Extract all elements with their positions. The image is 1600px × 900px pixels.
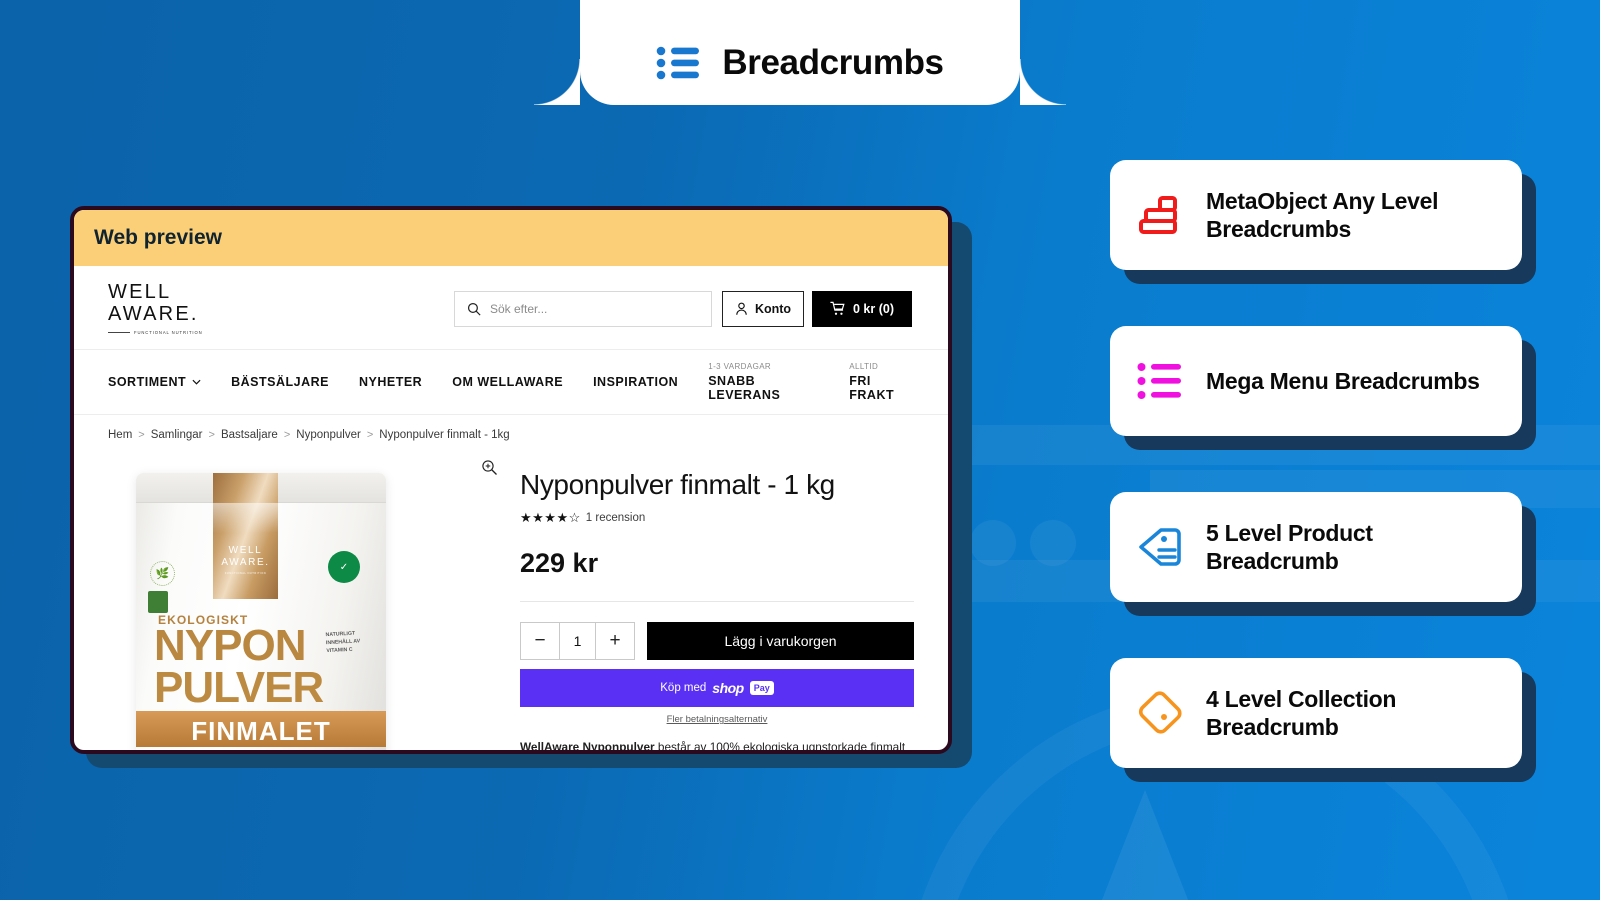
user-icon bbox=[736, 302, 747, 315]
chevron-down-icon bbox=[192, 379, 201, 385]
shop-pay-badge: Pay bbox=[749, 681, 774, 696]
promo-main-label: FRI FRAKT bbox=[849, 374, 895, 403]
page-header-tab: Breadcrumbs bbox=[534, 0, 1066, 105]
blocks-icon bbox=[1139, 196, 1177, 234]
preview-header: Web preview bbox=[74, 210, 948, 266]
quantity-increase-button[interactable]: + bbox=[596, 623, 634, 660]
divider bbox=[520, 601, 914, 603]
breadcrumb-item-current: Nyponpulver finmalt - 1kg bbox=[379, 429, 510, 442]
promo-delivery: 1-3 VARDAGAR SNABB LEVERANS bbox=[708, 362, 807, 402]
promo-sub-label: ALLTID bbox=[849, 362, 879, 372]
page-title: Breadcrumbs bbox=[722, 43, 944, 82]
leaf-badge-icon: 🌿 bbox=[150, 561, 175, 587]
search-icon bbox=[467, 302, 481, 316]
feature-card-label: 5 Level Product Breadcrumb bbox=[1206, 519, 1373, 574]
bag-brand-logo: WELL AWARE. FUNCTIONAL NUTRITION bbox=[213, 545, 278, 575]
cart-label: 0 kr (0) bbox=[853, 301, 894, 316]
cart-button[interactable]: 0 kr (0) bbox=[812, 290, 912, 327]
logo-line-1: WELL bbox=[108, 281, 172, 303]
account-button[interactable]: Konto bbox=[722, 290, 804, 327]
account-label: Konto bbox=[754, 301, 792, 316]
nav-item-om-wellaware[interactable]: OM WELLAWARE bbox=[452, 375, 563, 389]
quantity-value[interactable]: 1 bbox=[560, 633, 595, 649]
bag-brand-line-2: AWARE. bbox=[221, 556, 270, 568]
tag-lines-icon bbox=[1139, 528, 1181, 566]
bag-fine-print: INGREDIENSER NYPONSKAL EKOLOGISKT ODLAT bbox=[324, 753, 374, 754]
product-section: WELL AWARE. FUNCTIONAL NUTRITION 🌿 ✓ EKO… bbox=[74, 451, 948, 754]
product-description: WellAware Nyponpulver består av 100% eko… bbox=[520, 739, 914, 754]
feature-card-mega-menu[interactable]: Mega Menu Breadcrumbs bbox=[1110, 326, 1536, 450]
product-rating[interactable]: ★★★★☆ 1 recension bbox=[520, 510, 914, 526]
logo-tagline: FUNCTIONAL NUTRITION bbox=[134, 330, 203, 336]
product-image[interactable]: WELL AWARE. FUNCTIONAL NUTRITION 🌿 ✓ EKO… bbox=[136, 473, 386, 754]
promo-main-label: SNABB LEVERANS bbox=[708, 374, 781, 403]
add-to-cart-button[interactable]: Lägg i varukorgen bbox=[647, 622, 914, 661]
bag-vitamin-note: NATURLIGT INNEHÅLL AV VITAMIN C bbox=[325, 630, 361, 654]
breadcrumb-item[interactable]: Samlingar bbox=[151, 429, 203, 441]
star-rating-icon: ★★★★☆ bbox=[520, 510, 581, 526]
product-info: Nyponpulver finmalt - 1 kg ★★★★☆ 1 recen… bbox=[508, 451, 914, 754]
breadcrumb-item[interactable]: Bastsaljare bbox=[221, 429, 278, 441]
bag-brand-tagline: FUNCTIONAL NUTRITION bbox=[224, 571, 267, 575]
eu-organic-badge bbox=[148, 591, 168, 614]
breadcrumb-item[interactable]: Hem bbox=[108, 429, 132, 441]
shop-pay-prefix: Köp med bbox=[660, 682, 707, 695]
product-description-bold: WellAware Nyponpulver bbox=[520, 740, 655, 754]
logo-rule bbox=[108, 332, 130, 334]
tag-icon bbox=[1139, 691, 1182, 734]
search-input[interactable]: Sök efter... bbox=[454, 290, 712, 327]
bag-top-panel bbox=[213, 473, 278, 600]
shop-logo[interactable]: WELL AWARE. FUNCTIONAL NUTRITION bbox=[96, 281, 216, 336]
feature-card-label: MetaObject Any Level Breadcrumbs bbox=[1206, 187, 1439, 242]
preview-header-title: Web preview bbox=[94, 226, 222, 249]
promo-shipping: ALLTID FRI FRAKT bbox=[849, 362, 906, 402]
nav-item-nyheter[interactable]: NYHETER bbox=[359, 375, 422, 389]
feature-card-4-level-collection[interactable]: 4 Level Collection Breadcrumb bbox=[1110, 658, 1536, 782]
nav-item-sortiment[interactable]: SORTIMENT bbox=[108, 375, 201, 389]
feature-card-label: Mega Menu Breadcrumbs bbox=[1206, 367, 1480, 394]
product-price: 229 kr bbox=[520, 548, 599, 579]
shop-navigation: SORTIMENT BÄSTSÄLJARE NYHETER OM WELLAWA… bbox=[74, 349, 948, 416]
product-gallery: WELL AWARE. FUNCTIONAL NUTRITION 🌿 ✓ EKO… bbox=[108, 451, 508, 754]
bag-name-line-1: NYPON bbox=[154, 621, 306, 671]
nav-item-inspiration[interactable]: INSPIRATION bbox=[593, 375, 678, 389]
web-preview-panel: Web preview WELL AWARE. FUNCTIONAL NUTRI… bbox=[70, 206, 952, 754]
bulleted-list-icon bbox=[1137, 363, 1181, 399]
bulleted-list-icon bbox=[657, 46, 700, 80]
bag-band-label: FINMALET bbox=[191, 716, 331, 747]
bg-circle bbox=[970, 520, 1016, 566]
quantity-stepper[interactable]: − 1 + bbox=[520, 622, 635, 661]
product-title: Nyponpulver finmalt - 1 kg bbox=[520, 469, 835, 501]
breadcrumb-separator: > bbox=[283, 429, 291, 442]
breadcrumb-item[interactable]: Nyponpulver bbox=[296, 429, 361, 441]
review-count: 1 recension bbox=[585, 512, 646, 525]
shop-pay-brand: shop bbox=[712, 680, 744, 697]
breadcrumb: Hem > Samlingar > Bastsaljare > Nyponpul… bbox=[74, 415, 948, 451]
shop-pay-button[interactable]: Köp med shop Pay bbox=[520, 669, 914, 708]
breadcrumb-separator: > bbox=[366, 429, 374, 442]
nav-label: SORTIMENT bbox=[108, 375, 187, 390]
bag-shine bbox=[213, 503, 278, 534]
zoom-in-icon[interactable] bbox=[481, 459, 498, 476]
nav-item-bastsaljare[interactable]: BÄSTSÄLJARE bbox=[231, 375, 329, 389]
shop-header: WELL AWARE. FUNCTIONAL NUTRITION Sök eft… bbox=[74, 266, 948, 349]
breadcrumb-separator: > bbox=[208, 429, 215, 442]
quantity-decrease-button[interactable]: − bbox=[521, 623, 559, 660]
feature-card-5-level-product[interactable]: 5 Level Product Breadcrumb bbox=[1110, 492, 1536, 616]
bag-name-line-2: PULVER bbox=[154, 663, 324, 713]
logo-line-2: AWARE. bbox=[108, 302, 199, 325]
promo-sub-label: 1-3 VARDAGAR bbox=[708, 362, 772, 372]
cart-icon bbox=[830, 301, 845, 315]
green-seal-badge: ✓ bbox=[328, 551, 360, 584]
feature-card-list: MetaObject Any Level Breadcrumbs Mega Me… bbox=[1110, 160, 1536, 824]
feature-card-metaobject[interactable]: MetaObject Any Level Breadcrumbs bbox=[1110, 160, 1536, 284]
feature-card-label: 4 Level Collection Breadcrumb bbox=[1206, 685, 1397, 740]
search-placeholder: Sök efter... bbox=[490, 301, 548, 316]
bag-brand-line-1: WELL bbox=[228, 545, 263, 557]
breadcrumb-separator: > bbox=[138, 429, 145, 442]
more-payment-options-link[interactable]: Fler betalningsalternativ bbox=[520, 714, 914, 725]
bg-circle bbox=[1030, 520, 1076, 566]
